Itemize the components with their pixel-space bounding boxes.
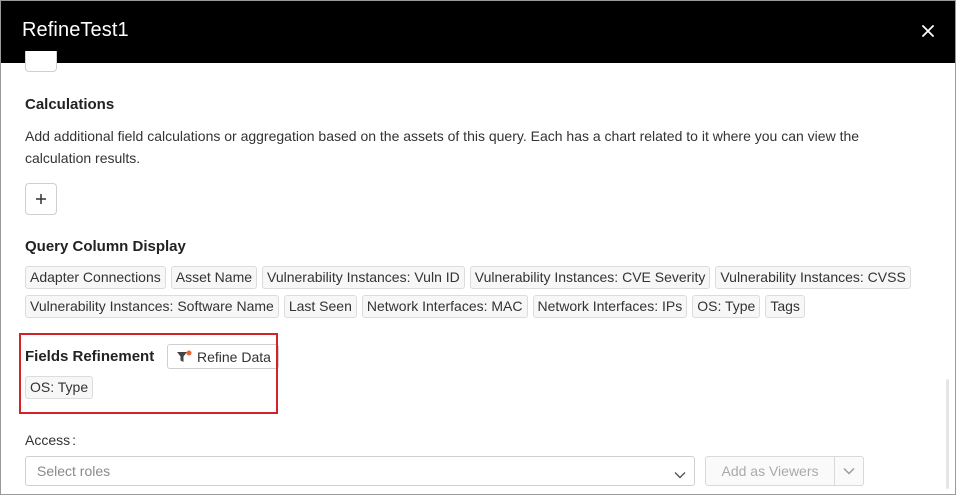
- column-tag: Network Interfaces: IPs: [532, 295, 688, 318]
- modal-title: RefineTest1: [22, 19, 129, 41]
- column-tag: Asset Name: [170, 266, 258, 289]
- highlight-box: [19, 333, 278, 414]
- add-as-viewers-button[interactable]: Add as Viewers: [706, 457, 835, 485]
- column-tag: Adapter Connections: [25, 266, 166, 289]
- roles-select-placeholder: Select roles: [37, 463, 111, 479]
- close-icon[interactable]: [917, 20, 939, 42]
- roles-select[interactable]: Select roles: [25, 456, 695, 486]
- column-tag: Vulnerability Instances: CVE Severity: [469, 266, 711, 289]
- column-tag: Network Interfaces: MAC: [361, 295, 528, 318]
- column-tag: Last Seen: [283, 295, 357, 318]
- partial-button[interactable]: [25, 51, 57, 72]
- calculations-description: Add additional field calculations or agg…: [25, 128, 860, 166]
- query-columns-row-2: Vulnerability Instances: Software Name L…: [25, 295, 805, 318]
- column-tag: Vulnerability Instances: Software Name: [25, 295, 279, 318]
- chevron-down-icon: [674, 466, 686, 484]
- column-tag: Vulnerability Instances: Vuln ID: [262, 266, 465, 289]
- modal-header: RefineTest1: [1, 1, 955, 63]
- modal-dialog: RefineTest1 Calculations Add additional …: [0, 0, 956, 495]
- query-columns-row-1: Adapter Connections Asset Name Vulnerabi…: [25, 266, 911, 289]
- column-tag: Tags: [765, 295, 805, 318]
- plus-icon: [36, 194, 46, 204]
- scrollbar[interactable]: [941, 63, 955, 494]
- scrollbar-thumb[interactable]: [946, 379, 949, 489]
- query-column-display-title: Query Column Display: [25, 238, 186, 255]
- viewers-dropdown-toggle[interactable]: [835, 457, 863, 485]
- calculations-title: Calculations: [25, 96, 115, 113]
- column-tag: OS: Type: [692, 295, 761, 318]
- add-as-viewers-split-button[interactable]: Add as Viewers: [705, 456, 864, 486]
- access-label: Access:: [25, 432, 77, 448]
- chevron-down-icon: [843, 468, 855, 475]
- add-calculation-button[interactable]: [25, 183, 57, 215]
- column-tag: Vulnerability Instances: CVSS: [715, 266, 911, 289]
